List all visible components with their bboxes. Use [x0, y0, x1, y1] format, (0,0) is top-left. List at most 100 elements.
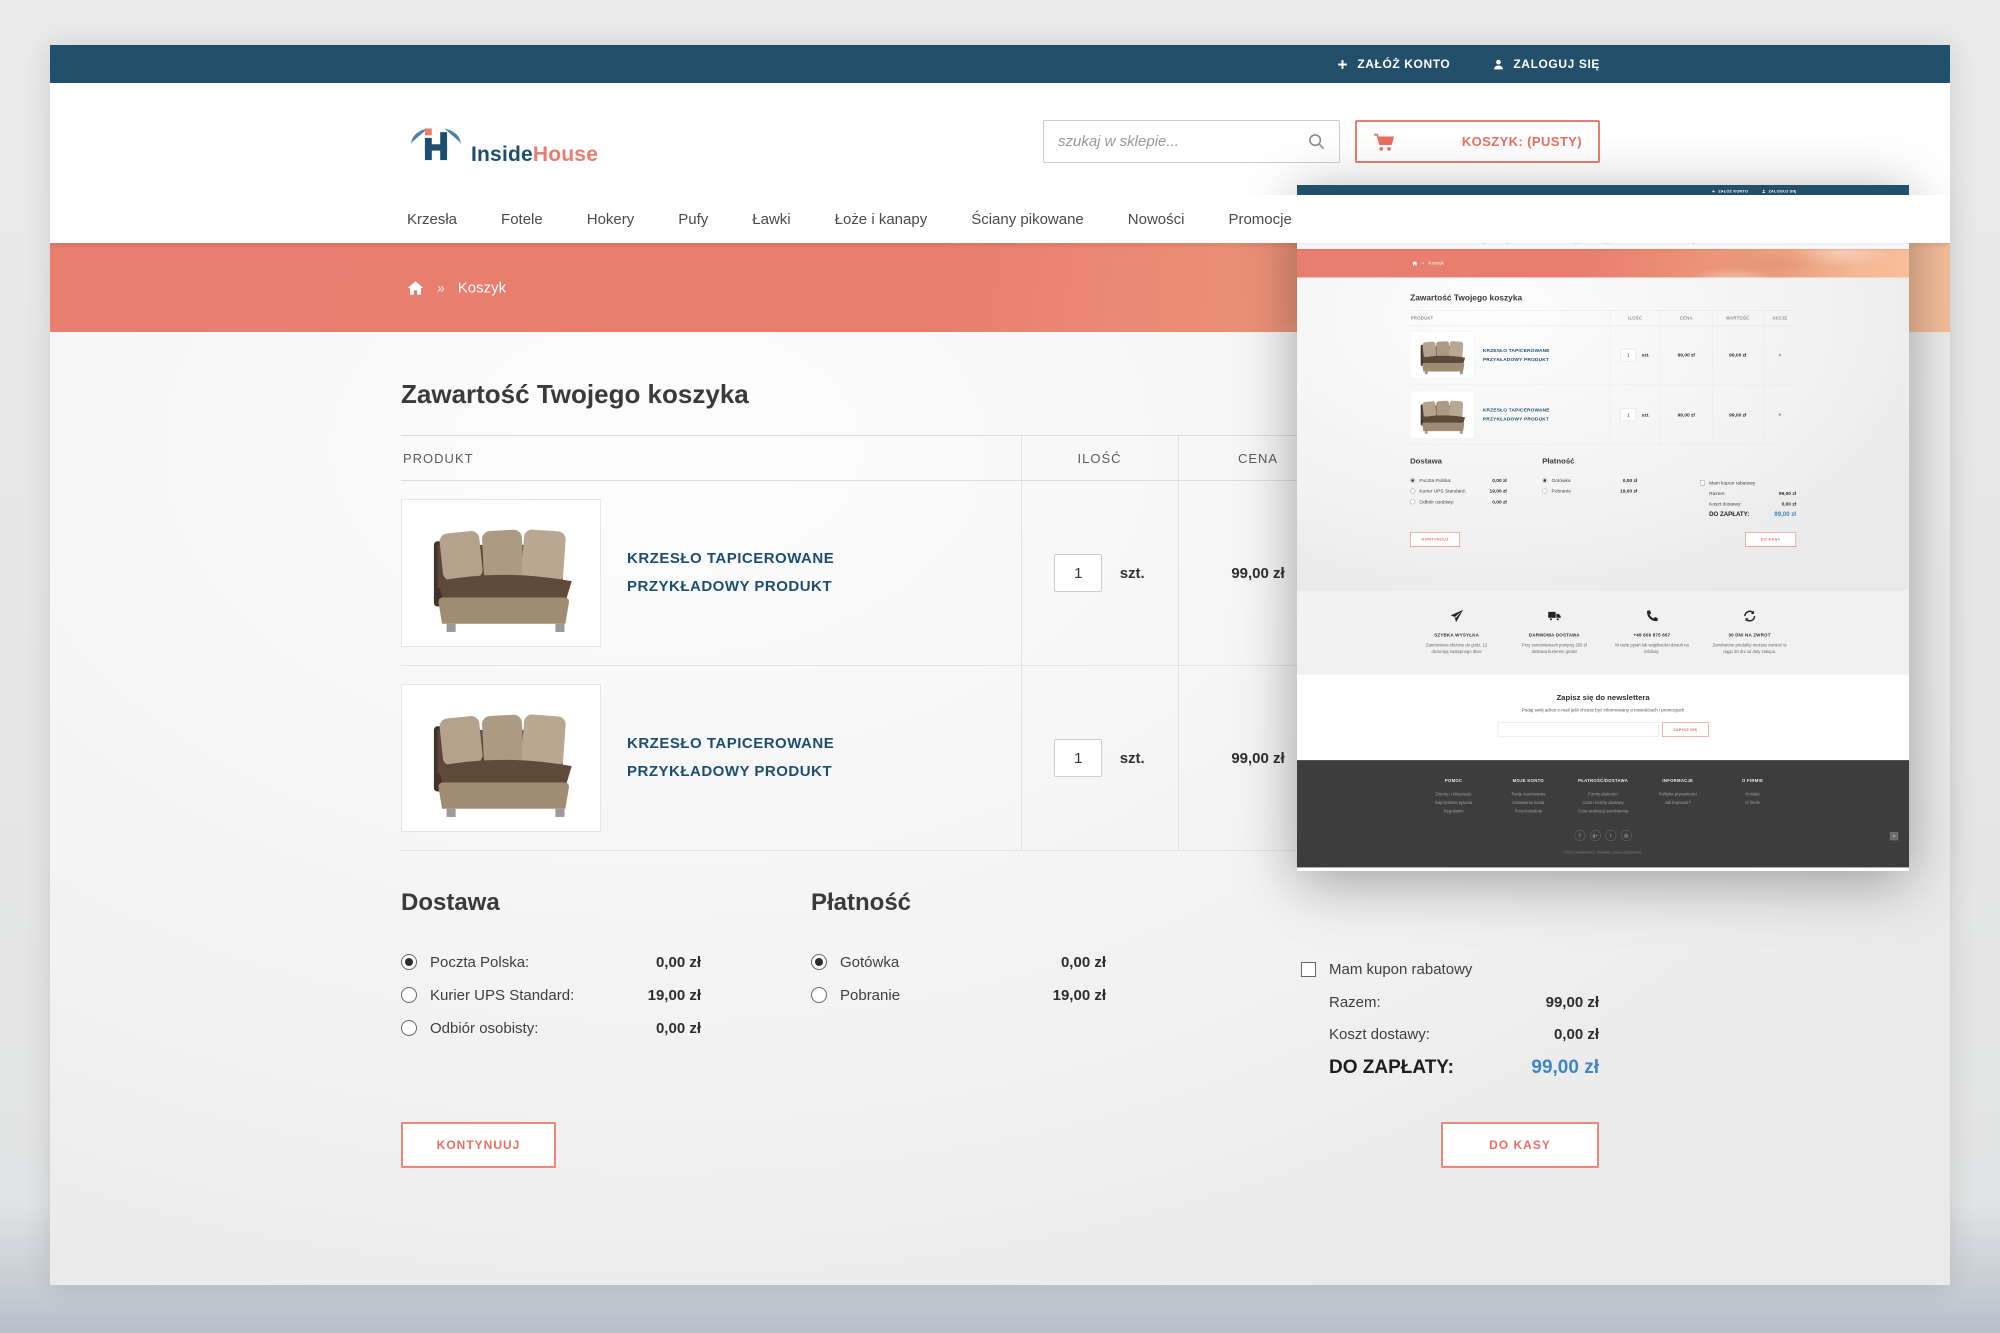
delivery-option-kurier-ups[interactable]: Kurier UPS Standard: 19,00 zł: [401, 985, 701, 1005]
login-link[interactable]: ZALOGUJ SIĘ: [1492, 57, 1600, 71]
product-name-link[interactable]: KRZESŁO TAPICEROWANE PRZYKŁADOWY PRODUKT: [1483, 406, 1550, 424]
breadcrumb: » Koszyk: [1412, 260, 1444, 265]
nav-item-lawki[interactable]: Ławki: [752, 211, 790, 228]
nav-item-hokery[interactable]: Hokery: [587, 211, 635, 228]
delivery-option-kurier-ups[interactable]: Kurier UPS Standard: 19,00 zł: [1410, 488, 1507, 494]
radio-icon[interactable]: [1410, 489, 1415, 494]
radio-icon[interactable]: [1542, 478, 1547, 483]
quantity-input[interactable]: [1054, 739, 1102, 777]
instagram-icon[interactable]: ◎: [1621, 830, 1632, 841]
delivery-title: Dostawa: [1410, 457, 1507, 466]
search-input[interactable]: [1044, 133, 1307, 150]
footer-link[interactable]: O firmie: [1715, 799, 1790, 807]
twitter-icon[interactable]: t: [1605, 830, 1616, 841]
nav-item-sciany-pikowane[interactable]: Ściany pikowane: [971, 211, 1084, 228]
payment-option-gotowka[interactable]: Gotówka 0,00 zł: [811, 952, 1106, 972]
product-name-link[interactable]: KRZESŁO TAPICEROWANE PRZYKŁADOWY PRODUKT: [1483, 346, 1550, 364]
search-icon[interactable]: [1307, 132, 1326, 151]
footer-link[interactable]: Najczęstsze pytania: [1416, 799, 1491, 807]
order-summary: Mam kupon rabatowy Razem: 99,00 zł Koszt…: [1301, 889, 1599, 1092]
column-header-value: WARTOŚĆ: [1712, 311, 1764, 325]
sofa-image: [1413, 393, 1472, 437]
payment-option-gotowka[interactable]: Gotówka 0,00 zł: [1542, 477, 1637, 483]
coupon-option[interactable]: Mam kupon rabatowy: [1700, 479, 1796, 485]
summary-subtotal-row: Razem: 99,00 zł: [1301, 992, 1599, 1012]
product-name-link[interactable]: KRZESŁO TAPICEROWANE PRZYKŁADOWY PRODUKT: [627, 545, 834, 601]
checkout-button[interactable]: DO KASY: [1441, 1122, 1599, 1168]
payment-option-pobranie[interactable]: Pobranie 19,00 zł: [1542, 488, 1637, 494]
coupon-option[interactable]: Mam kupon rabatowy: [1301, 959, 1599, 979]
footer-link[interactable]: Jak kupować?: [1640, 799, 1715, 807]
footer-column-o-firmie: O FIRMIE Kontakt O firmie: [1715, 778, 1790, 815]
footer-link[interactable]: Ustawienia konta: [1491, 799, 1566, 807]
feature-free-delivery: DARMOWA DOSTAWA Przy zamówieniach powyże…: [1505, 609, 1603, 655]
quantity-input[interactable]: [1621, 409, 1636, 421]
payment-option-pobranie[interactable]: Pobranie 19,00 zł: [811, 985, 1106, 1005]
delivery-option-poczta-polska[interactable]: Poczta Polska: 0,00 zł: [401, 952, 701, 972]
footer-link[interactable]: Przechowalnia: [1491, 807, 1566, 815]
nav-item-krzesla[interactable]: Krzesła: [407, 211, 457, 228]
product-image[interactable]: [1410, 331, 1474, 379]
radio-icon[interactable]: [1410, 499, 1415, 504]
cart-table: PRODUKT ILOŚĆ CENA WARTOŚĆ AKCJE: [1410, 311, 1796, 445]
footer-link[interactable]: Formy płatności: [1566, 790, 1641, 798]
facebook-icon[interactable]: f: [1574, 830, 1585, 841]
radio-icon[interactable]: [1410, 478, 1415, 483]
summary-total-row: DO ZAPŁATY: 99,00 zł: [1700, 511, 1796, 519]
delivery-option-odbior-osobisty[interactable]: Odbiór osobisty: 0,00 zł: [401, 1018, 701, 1038]
coupon-checkbox[interactable]: [1700, 480, 1705, 485]
radio-icon[interactable]: [811, 954, 827, 970]
delivery-title: Dostawa: [401, 889, 701, 917]
logo[interactable]: InsideHouse: [407, 103, 598, 175]
continue-button[interactable]: KONTYNUUJ: [401, 1122, 556, 1168]
radio-icon[interactable]: [401, 987, 417, 1003]
cart-item-row: KRZESŁO TAPICEROWANE PRZYKŁADOWY PRODUKT…: [1410, 325, 1796, 385]
column-header-product: PRODUKT: [1410, 311, 1610, 325]
remove-item-button[interactable]: ✕: [1778, 412, 1782, 417]
feature-fast-shipping: SZYBKA WYSYŁKA Zamówienia złożone do god…: [1408, 609, 1506, 655]
radio-icon[interactable]: [811, 987, 827, 1003]
remove-item-button[interactable]: ✕: [1778, 353, 1782, 358]
nav-item-loze-i-kanapy[interactable]: Łoże i kanapy: [835, 211, 928, 228]
features-strip: SZYBKA WYSYŁKA Zamówienia złożone do god…: [1297, 590, 1909, 675]
product-image[interactable]: [1410, 391, 1474, 439]
continue-button[interactable]: KONTYNUUJ: [1410, 532, 1460, 547]
sofa-image: [1413, 333, 1472, 377]
product-image[interactable]: [401, 684, 601, 832]
home-icon[interactable]: [1412, 260, 1417, 265]
home-icon[interactable]: [407, 279, 424, 296]
footer-link[interactable]: Twoje zamówienia: [1491, 790, 1566, 798]
delivery-option-odbior-osobisty[interactable]: Odbiór osobisty: 0,00 zł: [1410, 499, 1507, 505]
radio-icon[interactable]: [401, 954, 417, 970]
radio-icon[interactable]: [401, 1020, 417, 1036]
google-plus-icon[interactable]: g+: [1590, 830, 1601, 841]
product-name-link[interactable]: KRZESŁO TAPICEROWANE PRZYKŁADOWY PRODUKT: [627, 730, 834, 786]
delivery-option-poczta-polska[interactable]: Poczta Polska: 0,00 zł: [1410, 477, 1507, 483]
quantity-input[interactable]: [1054, 554, 1102, 592]
quantity-input[interactable]: [1621, 349, 1636, 361]
coupon-checkbox[interactable]: [1301, 962, 1316, 977]
nav-item-nowosci[interactable]: Nowości: [1128, 211, 1185, 228]
footer-link[interactable]: Regulamin: [1416, 807, 1491, 815]
footer-link[interactable]: Kontakt: [1715, 790, 1790, 798]
unit-label: szt.: [1120, 565, 1145, 582]
product-image[interactable]: [401, 499, 601, 647]
footer-link[interactable]: Polityka prywatności: [1640, 790, 1715, 798]
nav-item-promocje[interactable]: Promocje: [1228, 211, 1291, 228]
footer-link[interactable]: Zwroty i reklamacje: [1416, 790, 1491, 798]
newsletter-email-input[interactable]: [1498, 722, 1659, 737]
nav-item-fotele[interactable]: Fotele: [501, 211, 543, 228]
feature-hotline: +48 609 875 667 W razie pytań lub wątpli…: [1603, 609, 1701, 655]
footer-link[interactable]: Czas i koszty dostawy: [1566, 799, 1641, 807]
radio-icon[interactable]: [1542, 489, 1547, 494]
column-header-quantity: ILOŚĆ: [1610, 311, 1661, 325]
nav-item-pufy[interactable]: Pufy: [678, 211, 708, 228]
footer-link[interactable]: Czas realizacji zamówienia: [1566, 807, 1641, 815]
login-link[interactable]: ZALOGUJ SIĘ: [1762, 189, 1797, 194]
register-link[interactable]: ZAŁÓŻ KONTO: [1711, 189, 1748, 194]
cart-button[interactable]: KOSZYK: (PUSTY): [1355, 120, 1600, 163]
back-to-top-button[interactable]: ^: [1890, 832, 1898, 840]
checkout-button[interactable]: DO KASY: [1745, 532, 1796, 547]
newsletter-submit-button[interactable]: ZAPISZ SIĘ: [1662, 722, 1709, 737]
register-link[interactable]: ZAŁÓŻ KONTO: [1336, 57, 1450, 71]
